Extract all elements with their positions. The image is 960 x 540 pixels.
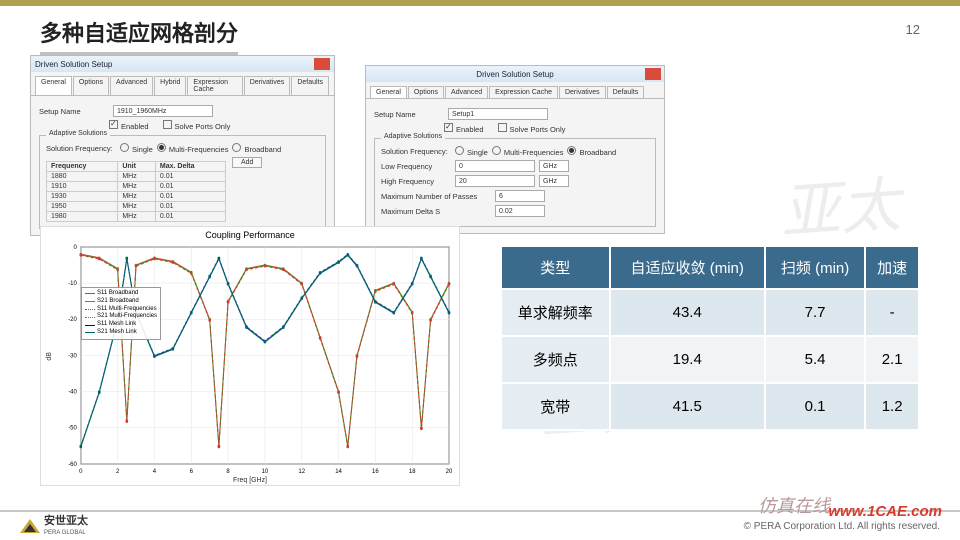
svg-text:4: 4 [153,469,157,475]
tab-options[interactable]: Options [408,86,444,98]
enabled-label: Enabled [121,122,149,131]
max-delta-input[interactable]: 0.02 [495,205,545,217]
svg-text:-40: -40 [68,390,77,396]
max-passes-input[interactable]: 6 [495,190,545,202]
solve-ports-checkbox[interactable] [163,120,172,129]
adaptive-group-label: Adaptive Solutions [381,133,445,140]
tab-exprcache[interactable]: Expression Cache [489,86,558,98]
coupling-chart: Coupling Performance 02468101214161820-6… [40,226,460,486]
unit-select[interactable]: GHz [539,160,569,172]
solve-ports-checkbox[interactable] [498,123,507,132]
tab-defaults[interactable]: Defaults [291,76,329,95]
svg-text:8: 8 [226,469,230,475]
tab-derivatives[interactable]: Derivatives [559,86,606,98]
tab-advanced[interactable]: Advanced [110,76,153,95]
setup-name-label: Setup Name [39,107,109,116]
unit-select[interactable]: GHz [539,175,569,187]
tab-general[interactable]: General [370,86,407,98]
dialog-broadband: Driven Solution Setup General Options Ad… [365,65,665,234]
svg-text:-50: -50 [68,426,77,432]
radio-multi[interactable] [157,143,166,152]
setup-name-input[interactable]: 1910_1960MHz [113,105,213,117]
slide-title: 多种自适应网格剖分 [40,16,238,55]
radio-broadband[interactable] [232,143,241,152]
svg-text:16: 16 [372,469,379,475]
svg-text:-30: -30 [68,353,77,359]
tab-options[interactable]: Options [73,76,109,95]
close-icon[interactable] [645,68,661,80]
setup-name-label: Setup Name [374,110,444,119]
tab-derivatives[interactable]: Derivatives [244,76,291,95]
url-watermark: www.1CAE.com [828,503,942,520]
svg-text:2: 2 [116,469,120,475]
logo-icon [20,519,40,533]
chart-legend: S11 Broadband S21 Broadband S11 Multi-Fr… [81,287,161,340]
svg-text:0: 0 [73,245,77,251]
tab-strip: General Options Advanced Hybrid Expressi… [31,72,334,96]
svg-text:-10: -10 [68,281,77,287]
enabled-checkbox[interactable] [444,123,453,132]
adaptive-group-label: Adaptive Solutions [46,130,110,137]
radio-multi[interactable] [492,146,501,155]
x-axis-label: Freq [GHz] [233,477,267,484]
svg-text:20: 20 [446,469,453,475]
high-freq-input[interactable]: 20 [455,175,535,187]
copyright: © PERA Corporation Ltd. All rights reser… [744,521,940,532]
dialog-multi-freq: Driven Solution Setup General Options Ad… [30,55,335,236]
svg-text:-20: -20 [68,317,77,323]
svg-text:18: 18 [409,469,416,475]
svg-text:-60: -60 [68,462,77,468]
svg-text:10: 10 [262,469,269,475]
low-freq-input[interactable]: 0 [455,160,535,172]
tab-advanced[interactable]: Advanced [445,86,488,98]
radio-single[interactable] [455,146,464,155]
watermark: 亚太 [777,156,903,251]
dialog-title: Driven Solution Setup [35,60,112,69]
page-number: 12 [906,22,920,37]
dialog-title: Driven Solution Setup [476,70,553,79]
sim-online-watermark: 仿真在线 [758,492,830,518]
tab-defaults[interactable]: Defaults [607,86,645,98]
tab-exprcache[interactable]: Expression Cache [187,76,242,95]
solution-freq-label: Solution Frequency: [381,147,451,156]
tab-hybrid[interactable]: Hybrid [154,76,186,95]
svg-text:6: 6 [190,469,194,475]
close-icon[interactable] [314,58,330,70]
solve-ports-label: Solve Ports Only [175,122,231,131]
radio-single[interactable] [120,143,129,152]
frequency-table: FrequencyUnitMax. Delta 1880MHz0.01 1910… [46,161,226,222]
svg-text:14: 14 [335,469,342,475]
add-button[interactable]: Add [232,157,262,168]
pera-logo: 安世亚太PERA GLOBAL [20,516,88,536]
solution-freq-label: Solution Frequency: [46,144,116,153]
y-axis-label: dB [46,352,53,361]
enabled-checkbox[interactable] [109,120,118,129]
radio-broadband[interactable] [567,146,576,155]
svg-text:0: 0 [79,469,83,475]
tab-strip: General Options Advanced Expression Cach… [366,82,664,99]
tab-general[interactable]: General [35,76,72,95]
setup-name-input[interactable]: Setup1 [448,108,548,120]
svg-text:12: 12 [298,469,305,475]
comparison-table: 类型 自适应收敛 (min) 扫频 (min) 加速 单求解频率43.47.7-… [500,245,920,431]
